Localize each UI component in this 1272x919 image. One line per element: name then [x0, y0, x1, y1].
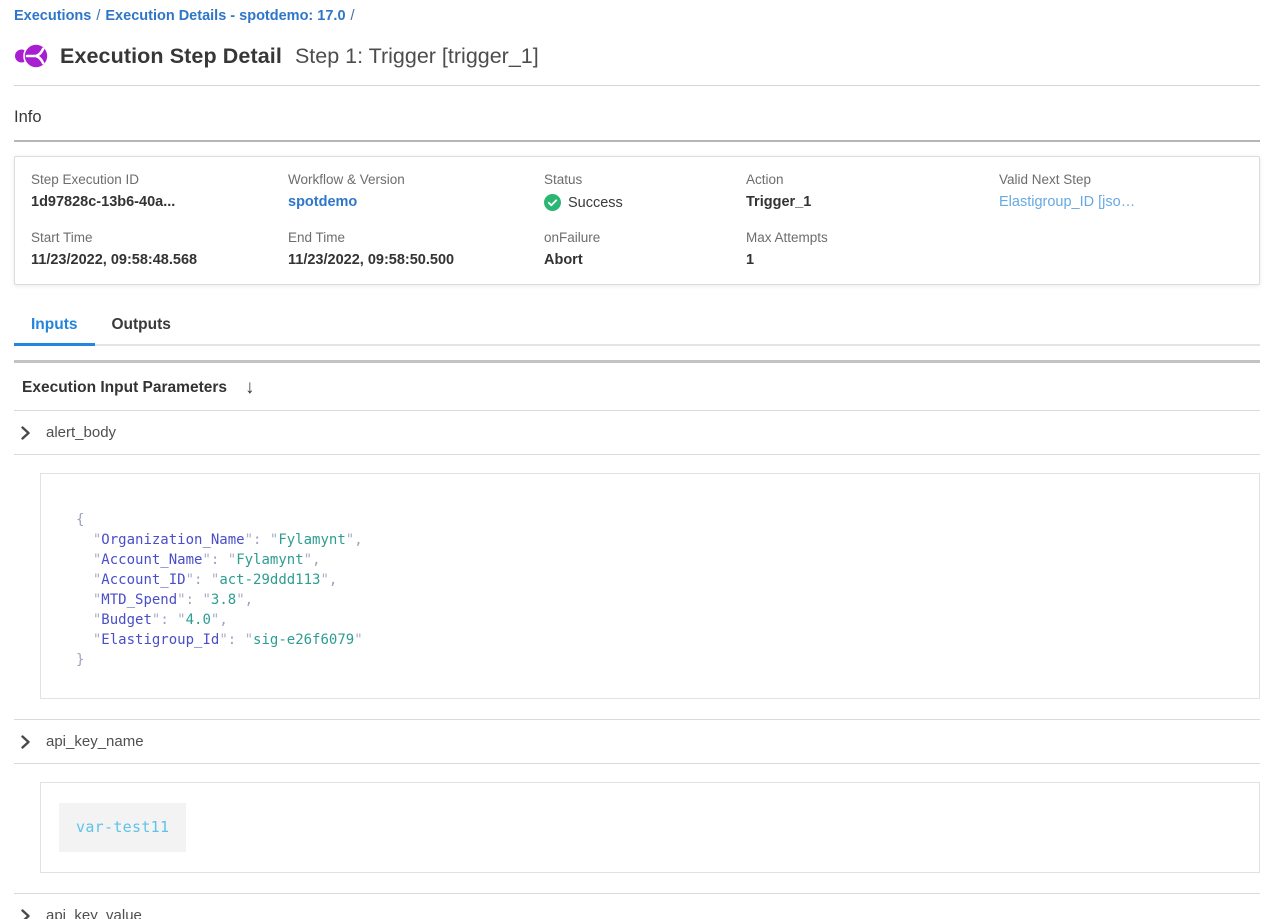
workflow-link[interactable]: spotdemo: [288, 194, 544, 210]
info-field-status: Status Success: [544, 172, 746, 211]
field-label: Status: [544, 172, 746, 187]
info-field-workflow-version: Workflow & Version spotdemo: [288, 172, 544, 211]
success-check-icon: [544, 194, 561, 211]
field-label: Max Attempts: [746, 230, 999, 245]
title-divider: [14, 85, 1260, 86]
field-value: 11/23/2022, 09:58:48.568: [31, 252, 288, 268]
info-field-step-execution-id: Step Execution ID 1d97828c-13b6-40a...: [31, 172, 288, 211]
field-label: onFailure: [544, 230, 746, 245]
chevron-right-icon[interactable]: [20, 909, 31, 919]
info-field-end-time: End Time 11/23/2022, 09:58:50.500: [288, 230, 544, 268]
field-value: 1: [746, 252, 999, 268]
execution-input-parameters-header: Execution Input Parameters ↓: [14, 363, 1260, 410]
fylamynt-logo-icon: [14, 41, 50, 71]
field-label: Start Time: [31, 230, 288, 245]
alert-body-json-code: { "Organization_Name": "Fylamynt", "Acco…: [76, 510, 1239, 670]
row-divider: [14, 763, 1260, 764]
valid-next-step-link[interactable]: Elastigroup_ID [jso…: [999, 194, 1243, 210]
breadcrumb-executions-link[interactable]: Executions: [14, 8, 91, 24]
api-key-name-value: var-test11: [76, 818, 169, 836]
api-key-name-value-panel: var-test11: [40, 782, 1260, 873]
param-name: api_key_value: [46, 907, 142, 919]
page-header: Execution Step Detail Step 1: Trigger [t…: [14, 41, 1260, 71]
breadcrumb: Executions/Execution Details - spotdemo:…: [14, 8, 1260, 24]
chevron-right-icon[interactable]: [20, 735, 31, 749]
param-row-api-key-value[interactable]: api_key_value: [14, 894, 1260, 919]
param-name: alert_body: [46, 424, 116, 441]
tab-outputs[interactable]: Outputs: [95, 310, 188, 346]
alert-body-json-panel: { "Organization_Name": "Fylamynt", "Acco…: [40, 473, 1260, 699]
chevron-right-icon[interactable]: [20, 426, 31, 440]
field-value: Abort: [544, 252, 746, 268]
field-label: Workflow & Version: [288, 172, 544, 187]
info-field-action: Action Trigger_1: [746, 172, 999, 211]
field-label: Action: [746, 172, 999, 187]
field-value: 1d97828c-13b6-40a...: [31, 194, 288, 210]
info-field-empty: [999, 230, 1243, 268]
api-key-name-chip: var-test11: [59, 803, 186, 852]
collapse-down-arrow-icon[interactable]: ↓: [245, 378, 255, 397]
info-field-max-attempts: Max Attempts 1: [746, 230, 999, 268]
breadcrumb-execution-details-link[interactable]: Execution Details - spotdemo: 17.0: [105, 8, 345, 24]
inputs-outputs-tabs: Inputs Outputs: [14, 310, 1260, 346]
info-divider: [14, 140, 1260, 142]
param-row-api-key-name[interactable]: api_key_name: [14, 720, 1260, 763]
execution-step-detail-page: Executions/Execution Details - spotdemo:…: [0, 0, 1272, 919]
row-divider: [14, 454, 1260, 455]
tab-inputs[interactable]: Inputs: [14, 310, 95, 346]
info-field-onfailure: onFailure Abort: [544, 230, 746, 268]
page-title: Execution Step Detail: [60, 44, 282, 69]
param-row-alert-body[interactable]: alert_body: [14, 411, 1260, 454]
field-value: 11/23/2022, 09:58:50.500: [288, 252, 544, 268]
breadcrumb-separator: /: [346, 8, 360, 24]
field-label: Valid Next Step: [999, 172, 1243, 187]
status-badge: Success: [568, 195, 623, 211]
field-value: Trigger_1: [746, 194, 999, 210]
breadcrumb-separator: /: [91, 8, 105, 24]
params-header-label: Execution Input Parameters: [22, 379, 227, 397]
info-grid: Step Execution ID 1d97828c-13b6-40a... W…: [31, 172, 1243, 268]
page-subtitle: Step 1: Trigger [trigger_1]: [295, 44, 539, 69]
info-section-heading: Info: [14, 108, 1260, 127]
field-label: Step Execution ID: [31, 172, 288, 187]
field-label: End Time: [288, 230, 544, 245]
info-field-valid-next-step: Valid Next Step Elastigroup_ID [jso…: [999, 172, 1243, 211]
param-name: api_key_name: [46, 733, 144, 750]
info-field-start-time: Start Time 11/23/2022, 09:58:48.568: [31, 230, 288, 268]
info-card: Step Execution ID 1d97828c-13b6-40a... W…: [14, 156, 1260, 285]
